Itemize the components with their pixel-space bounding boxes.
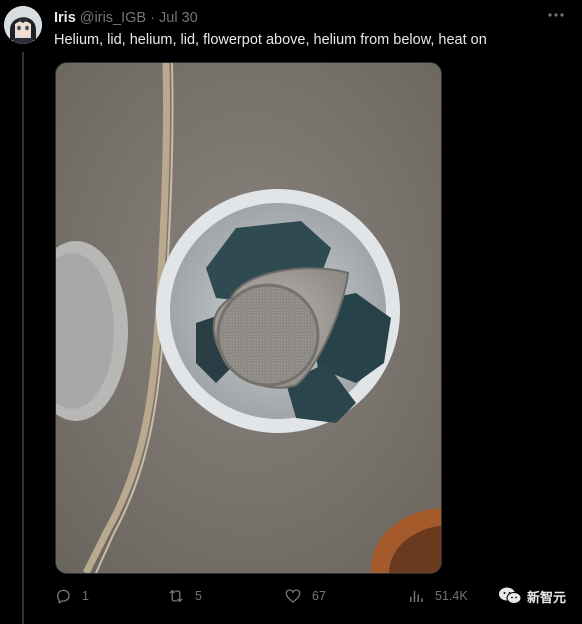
views-button[interactable]: 51.4K xyxy=(407,585,468,607)
reply-icon xyxy=(57,589,70,604)
avatar[interactable] xyxy=(4,6,42,44)
tweet-photo[interactable] xyxy=(55,62,442,574)
like-button[interactable]: 67 xyxy=(284,585,326,607)
retweet-count: 5 xyxy=(195,589,202,603)
more-icon[interactable] xyxy=(546,8,566,26)
author-name[interactable]: Iris xyxy=(54,10,76,26)
wechat-icon xyxy=(498,587,522,604)
tweet-header: Iris @iris_IGB · Jul 30 xyxy=(54,9,198,27)
author-handle[interactable]: @iris_IGB xyxy=(80,10,146,26)
retweet-button[interactable]: 5 xyxy=(167,585,202,607)
tweet-actions: 1 5 67 51.4K xyxy=(54,585,574,607)
watermark-text: 新智元 xyxy=(526,589,566,605)
heart-icon xyxy=(285,589,301,603)
separator-dot: · xyxy=(150,10,155,26)
watermark: 新智元 xyxy=(498,585,566,607)
retweet-icon xyxy=(169,589,183,603)
tweet-date[interactable]: Jul 30 xyxy=(159,10,198,26)
reply-count: 1 xyxy=(82,589,89,603)
views-icon xyxy=(410,590,423,602)
like-count: 67 xyxy=(312,589,326,603)
thread-line xyxy=(22,52,24,624)
view-count: 51.4K xyxy=(435,589,468,603)
photo-flowerpot-with-lid xyxy=(56,63,441,573)
tweet-text: Helium, lid, helium, lid, flowerpot abov… xyxy=(54,32,487,48)
avatar-image xyxy=(4,6,42,44)
reply-button[interactable]: 1 xyxy=(54,585,89,607)
